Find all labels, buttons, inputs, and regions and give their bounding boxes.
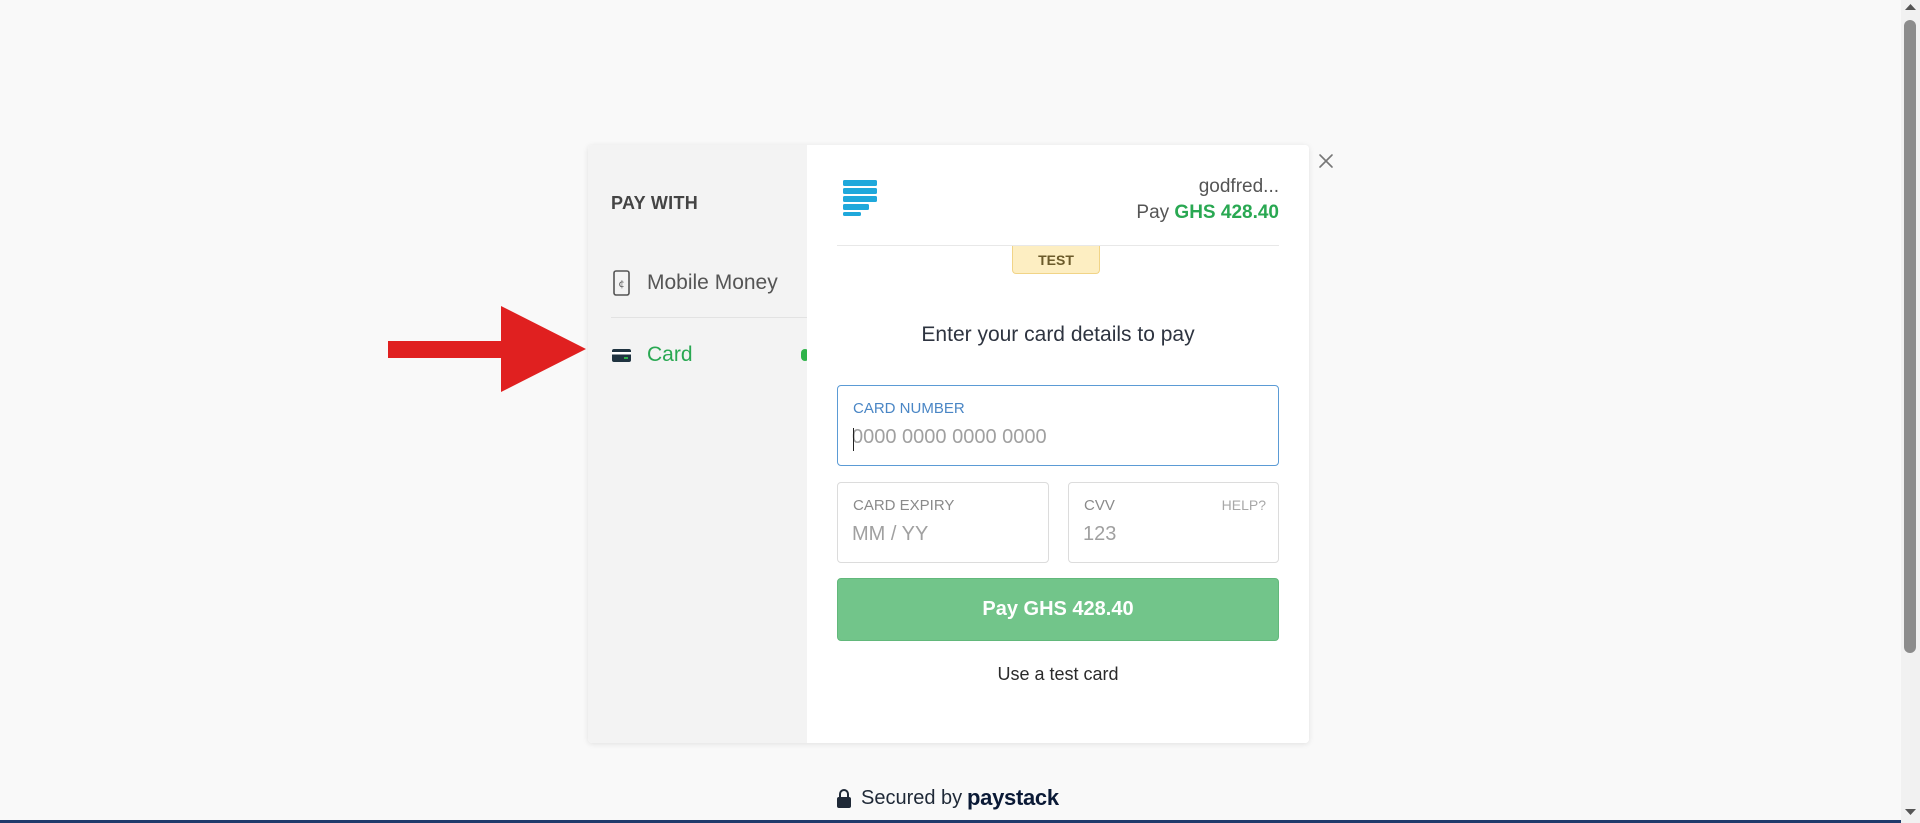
payment-method-card[interactable]: Card <box>611 318 807 388</box>
pay-with-heading: PAY WITH <box>611 193 699 213</box>
payment-amount: GHS 428.40 <box>1174 202 1279 223</box>
payment-method-label: Mobile Money <box>647 271 778 294</box>
use-test-card-link[interactable]: Use a test card <box>807 664 1309 685</box>
test-mode-badge: TEST <box>1012 246 1100 274</box>
close-icon[interactable] <box>1316 151 1336 171</box>
payment-method-mobile-money[interactable]: ¢ Mobile Money <box>611 246 807 316</box>
card-expiry-label: CARD EXPIRY <box>853 497 955 514</box>
merchant-logo-icon <box>843 180 877 216</box>
paystack-brand: paystack <box>967 785 1059 810</box>
card-expiry-field[interactable]: CARD EXPIRY <box>837 482 1049 563</box>
scroll-down-arrow-icon[interactable] <box>1903 805 1918 819</box>
card-number-label: CARD NUMBER <box>853 400 965 417</box>
payment-method-sidebar: PAY WITH ¢ Mobile Money Card <box>588 145 809 743</box>
cvv-label: CVV <box>1084 497 1115 514</box>
payment-amount-summary: Pay GHS 428.40 <box>1136 202 1279 224</box>
card-number-field[interactable]: CARD NUMBER <box>837 385 1279 466</box>
cvv-field[interactable]: CVV HELP? <box>1068 482 1279 563</box>
payment-form-panel: godfred... Pay GHS 428.40 TEST Enter you… <box>807 145 1309 743</box>
scroll-up-arrow-icon[interactable] <box>1903 0 1918 14</box>
lock-icon <box>837 789 851 808</box>
pay-button[interactable]: Pay GHS 428.40 <box>837 578 1279 641</box>
payment-method-label: Card <box>647 343 693 366</box>
annotation-arrow-icon <box>388 306 586 392</box>
cvv-help-link[interactable]: HELP? <box>1222 497 1266 513</box>
pay-prefix: Pay <box>1136 202 1170 223</box>
cvv-input[interactable] <box>1083 523 1203 546</box>
secured-by-text: Secured by <box>861 787 963 809</box>
mobile-phone-icon: ¢ <box>613 270 630 296</box>
card-number-input[interactable] <box>852 426 1262 449</box>
card-expiry-input[interactable] <box>852 523 1032 546</box>
form-prompt: Enter your card details to pay <box>921 323 1195 346</box>
svg-text:¢: ¢ <box>618 279 624 290</box>
merchant-name: godfred... <box>1198 176 1279 197</box>
credit-card-icon <box>612 349 631 362</box>
scrollbar-thumb[interactable] <box>1904 20 1916 653</box>
payment-modal: PAY WITH ¢ Mobile Money Card godfred... … <box>588 145 1309 743</box>
text-cursor <box>853 428 854 451</box>
